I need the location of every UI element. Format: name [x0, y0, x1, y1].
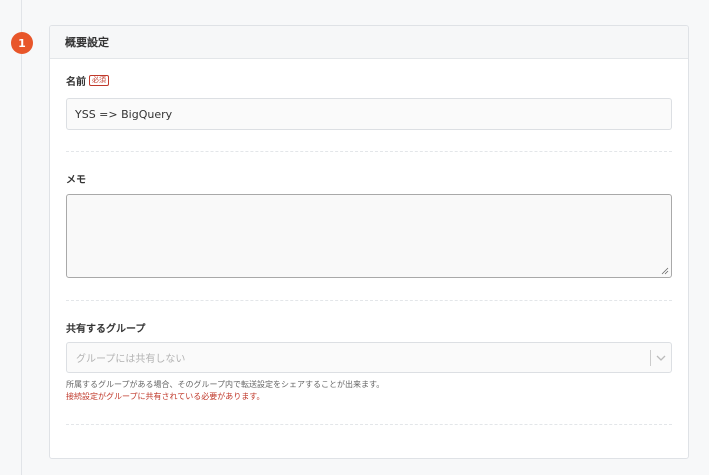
group-label: 共有するグループ: [66, 324, 146, 335]
panel-title: 概要設定: [65, 36, 109, 49]
group-select-placeholder: グループには共有しない: [76, 354, 186, 365]
name-input[interactable]: YSS => BigQuery: [66, 98, 672, 130]
required-badge: 必須: [89, 75, 109, 86]
select-separator: [650, 350, 651, 366]
resize-handle-icon[interactable]: [661, 267, 669, 275]
group-warning-text: 接続設定がグループに共有されている必要があります。: [66, 392, 265, 401]
step-number-badge: 1: [11, 32, 33, 54]
section-divider: [66, 300, 672, 301]
step-rail: [21, 0, 22, 475]
memo-textarea[interactable]: [66, 194, 672, 278]
name-label: 名前: [66, 77, 86, 88]
group-select[interactable]: グループには共有しない: [66, 342, 672, 373]
name-input-value: YSS => BigQuery: [75, 107, 173, 121]
group-help-text: 所属するグループがある場合、そのグループ内で転送設定をシェアすることが出来ます。: [66, 380, 385, 389]
memo-label: メモ: [66, 175, 86, 186]
name-label-row: 名前 必須: [66, 73, 672, 88]
section-divider: [66, 424, 672, 425]
group-label-row: 共有するグループ: [66, 320, 672, 335]
section-divider: [66, 151, 672, 152]
memo-label-row: メモ: [66, 171, 672, 186]
chevron-down-icon[interactable]: [656, 354, 666, 362]
panel-header: 概要設定: [50, 26, 688, 59]
panel-body: 名前 必須 YSS => BigQuery メモ 共有するグループ グループには…: [50, 73, 688, 425]
overview-settings-panel: 概要設定 名前 必須 YSS => BigQuery メモ 共有するグループ グ…: [49, 25, 689, 459]
